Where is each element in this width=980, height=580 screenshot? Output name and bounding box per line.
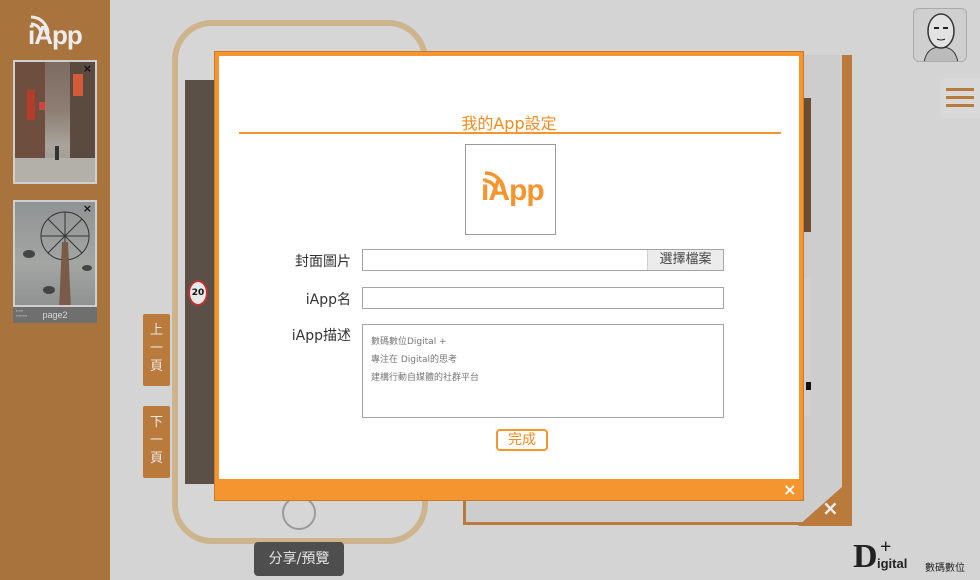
app-logo-text: iApp — [28, 20, 83, 50]
iapp-description-label: iApp描述 — [291, 328, 351, 344]
avatar-portrait — [914, 9, 966, 61]
dialog-body: 我的App設定 iApp 封面圖片 選擇檔案 iApp名 iApp描述 數碼數位… — [219, 56, 799, 479]
sidebar: iApp × × ▪▪▪▪▪ ▪▪▪▪▪▪▪▪ page2 — [0, 0, 110, 580]
app-settings-dialog: 我的App設定 iApp 封面圖片 選擇檔案 iApp名 iApp描述 數碼數位… — [214, 51, 804, 501]
user-avatar[interactable] — [913, 8, 967, 62]
brand-letter: D — [853, 538, 878, 575]
brand-chinese: 數碼數位 — [925, 563, 965, 574]
phone-screen-preview: 20 — [185, 80, 215, 484]
street-photo-thumbnail — [15, 62, 95, 182]
dialog-title: 我的App設定 — [461, 114, 557, 133]
phone-home-button — [282, 496, 316, 530]
iapp-description-textarea[interactable]: 數碼數位Digital + 專注在 Digital的思考 建構行動自媒體的社群平… — [362, 324, 724, 418]
description-line: 建構行動自媒體的社群平台 — [371, 373, 480, 383]
description-line: 數碼數位Digital + — [371, 337, 447, 347]
iapp-name-input[interactable] — [362, 287, 724, 309]
tower-photo-thumbnail — [23, 211, 92, 305]
choose-file-button[interactable]: 選擇檔案 — [647, 250, 723, 270]
app-logo: iApp — [22, 8, 92, 50]
description-line: 專注在 Digital的思考 — [371, 355, 458, 365]
panel-image-strip — [803, 278, 811, 416]
menu-bar — [946, 88, 974, 91]
done-button[interactable]: 完成 — [496, 429, 548, 451]
cover-image-preview: iApp — [465, 144, 556, 235]
delete-page-button[interactable]: × — [83, 202, 92, 215]
share-preview-button[interactable]: 分享/預覽 — [254, 542, 344, 576]
close-panel-button[interactable]: × — [822, 496, 839, 520]
cover-image-file-input[interactable]: 選擇檔案 — [362, 249, 724, 271]
cover-image-label: 封面圖片 — [295, 254, 351, 270]
next-page-button[interactable]: 下 一 頁 — [143, 406, 170, 478]
panel-marker — [806, 382, 811, 390]
cover-logo-text: iApp — [481, 174, 545, 207]
page-thumbnail[interactable]: × — [13, 200, 97, 307]
page-label: ▪▪▪▪▪ ▪▪▪▪▪▪▪▪ page2 — [13, 307, 97, 323]
prev-page-button[interactable]: 上 一 頁 — [143, 314, 170, 386]
hamburger-menu-button[interactable] — [940, 78, 980, 118]
page-label-text: page2 — [42, 310, 68, 320]
delete-page-button[interactable]: × — [83, 62, 92, 75]
menu-bar — [946, 96, 974, 99]
digital-brand-logo: D + igital 數碼數位 — [853, 536, 977, 576]
label-thumbnail-text: ▪▪▪▪▪ ▪▪▪▪▪▪▪▪ — [16, 308, 28, 318]
page-thumbnail[interactable]: × — [13, 60, 97, 184]
brand-word: igital — [877, 556, 908, 571]
menu-bar — [946, 104, 974, 107]
iapp-name-label: iApp名 — [305, 292, 351, 308]
close-dialog-button[interactable]: × — [783, 480, 796, 500]
panel-image-strip — [803, 98, 811, 232]
speed-sign: 20 — [188, 280, 208, 306]
title-divider — [239, 132, 781, 134]
